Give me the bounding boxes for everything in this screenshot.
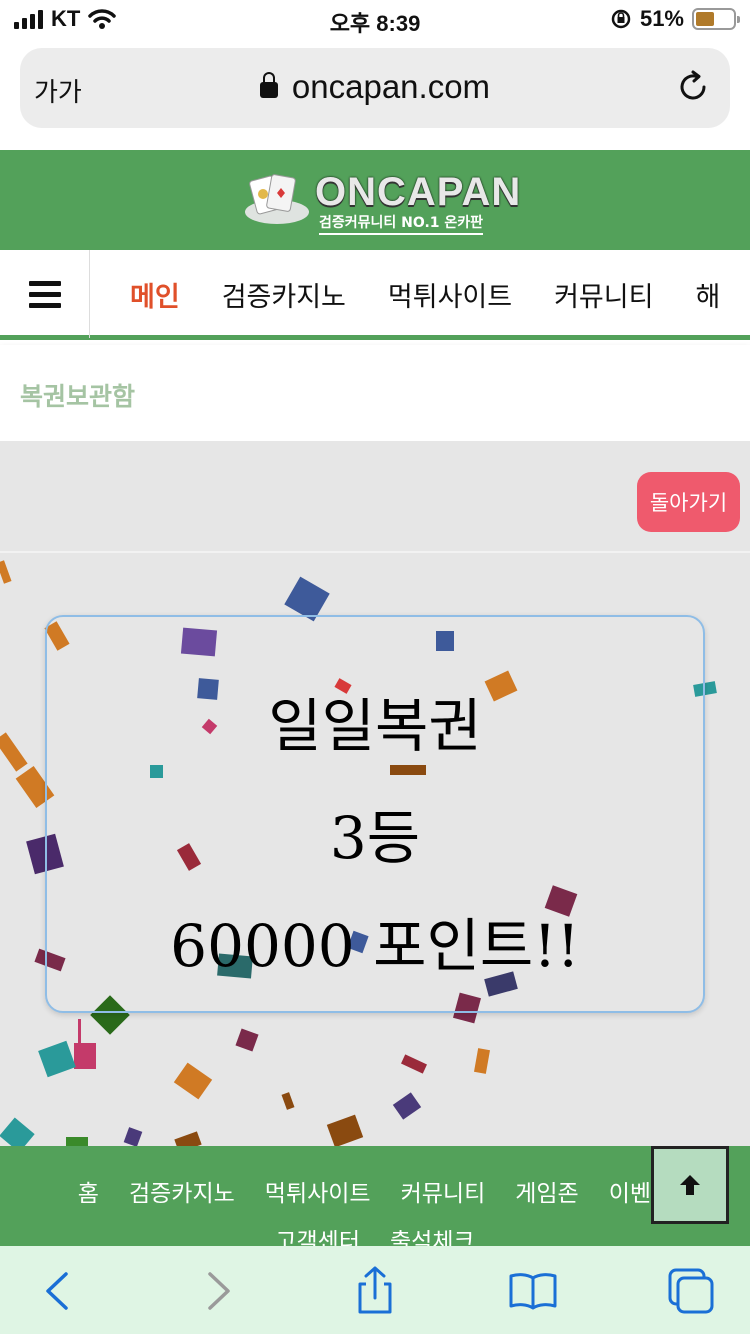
- footer-link-verified-casino[interactable]: 검증카지노: [129, 1174, 235, 1208]
- site-footer: 홈 검증카지노 먹튀사이트 커뮤니티 게임존 이벤트 고객센터 출석체크: [0, 1146, 750, 1246]
- back-button[interactable]: 돌아가기: [637, 472, 740, 532]
- playing-cards-icon: [245, 174, 309, 224]
- scroll-to-top-button[interactable]: [651, 1146, 729, 1224]
- site-header: ONCAPAN 검증커뮤니티 NO.1 온카판: [0, 150, 750, 250]
- nav-item-more[interactable]: 해: [695, 275, 720, 314]
- url-display[interactable]: oncapan.com: [20, 68, 730, 106]
- browser-toolbar: [0, 1246, 750, 1334]
- nav-item-main[interactable]: 메인: [130, 275, 180, 314]
- footer-link-attendance[interactable]: 출석체크: [390, 1222, 475, 1246]
- main-content: 돌아가기 일일복권 3등 60000 포인트!!: [0, 441, 750, 1146]
- domain-text: oncapan.com: [291, 68, 491, 105]
- footer-link-scam-sites[interactable]: 먹튀사이트: [265, 1174, 371, 1208]
- bookmarks-icon[interactable]: [508, 1266, 558, 1316]
- footer-link-community[interactable]: 커뮤니티: [401, 1174, 486, 1208]
- nav-item-community[interactable]: 커뮤니티: [554, 275, 653, 314]
- lottery-rank: 3등: [329, 804, 421, 872]
- logo-tagline: 검증커뮤니티 NO.1 온카판: [319, 212, 484, 235]
- reload-icon[interactable]: [676, 70, 710, 104]
- nav-item-verified-casino[interactable]: 검증카지노: [222, 275, 346, 314]
- footer-link-customer-center[interactable]: 고객센터: [275, 1222, 360, 1246]
- page-title: 복권보관함: [20, 382, 136, 411]
- status-bar: KT 오후 8:39 51%: [0, 0, 750, 40]
- footer-link-game-zone[interactable]: 게임존: [515, 1174, 578, 1208]
- logo-text: ONCAPAN: [315, 170, 522, 214]
- arrow-up-icon: [680, 1175, 700, 1195]
- main-nav: 메인 검증카지노 먹튀사이트 커뮤니티 해: [0, 250, 750, 340]
- section-header: 복권보관함: [0, 345, 750, 441]
- lottery-result-card: 일일복권 3등 60000 포인트!!: [45, 615, 705, 1013]
- footer-links-row1: 홈 검증카지노 먹튀사이트 커뮤니티 게임존 이벤트: [0, 1174, 750, 1208]
- hamburger-icon[interactable]: [0, 250, 90, 338]
- lottery-prize: 60000 포인트!!: [170, 912, 580, 980]
- footer-links-row2: 고객센터 출석체크: [0, 1222, 750, 1246]
- site-logo[interactable]: ONCAPAN 검증커뮤니티 NO.1 온카판: [243, 170, 520, 235]
- tabs-icon[interactable]: [666, 1266, 716, 1316]
- nav-items: 메인 검증카지노 먹튀사이트 커뮤니티 해: [130, 250, 720, 338]
- divider: [0, 551, 750, 553]
- footer-link-home[interactable]: 홈: [78, 1174, 99, 1208]
- lock-icon: [259, 72, 278, 98]
- lottery-name: 일일복권: [268, 692, 482, 760]
- battery-icon: [692, 8, 740, 30]
- share-icon[interactable]: [350, 1266, 400, 1316]
- forward-arrow-icon[interactable]: [192, 1266, 242, 1316]
- address-bar[interactable]: 가가 oncapan.com: [20, 48, 730, 128]
- back-arrow-icon[interactable]: [34, 1266, 84, 1316]
- status-right: 51%: [610, 6, 740, 32]
- nav-item-scam-sites[interactable]: 먹튀사이트: [388, 275, 512, 314]
- battery-percent: 51%: [639, 6, 684, 31]
- rotation-lock-icon: [611, 9, 631, 29]
